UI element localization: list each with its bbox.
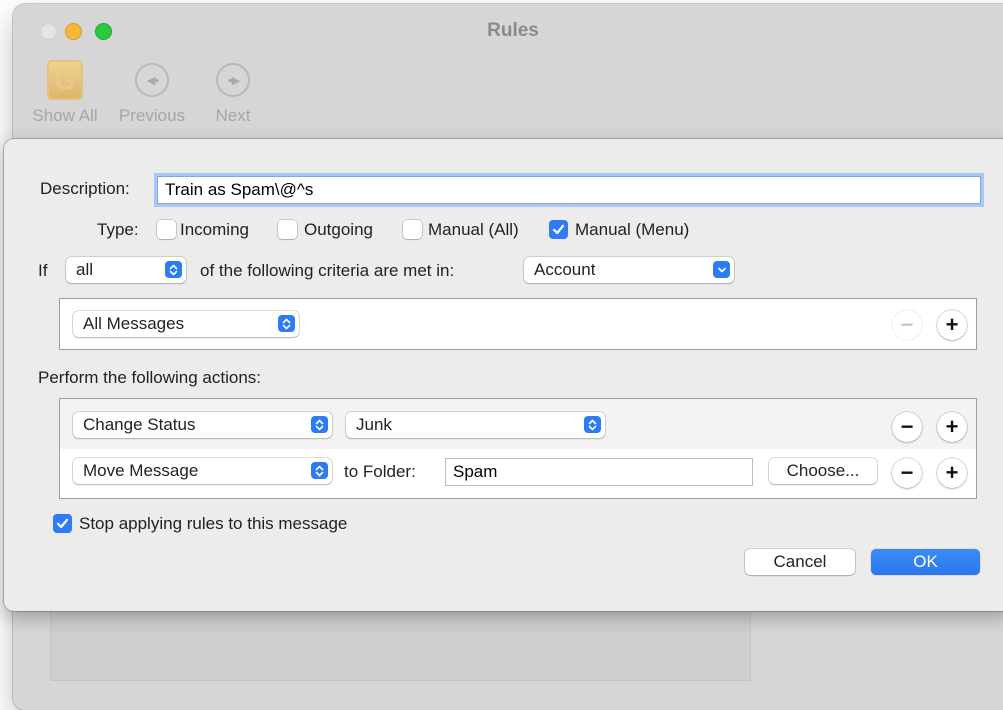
- show-all-button[interactable]: G Show All: [26, 60, 104, 126]
- scope-value: Account: [534, 260, 596, 279]
- remove-criterion-button[interactable]: −: [892, 310, 922, 340]
- rules-app-icon: G: [47, 60, 83, 100]
- actions-list: Change Status Junk − + Move Message to F…: [59, 398, 977, 499]
- outgoing-checkbox[interactable]: [278, 220, 297, 239]
- add-criterion-button[interactable]: +: [937, 310, 967, 340]
- description-label: Description:: [40, 179, 130, 198]
- criteria-mid-text: of the following criteria are met in:: [200, 261, 455, 280]
- cancel-button[interactable]: Cancel: [745, 549, 855, 575]
- previous-label: Previous: [118, 106, 186, 125]
- chevron-down-icon: [713, 261, 730, 278]
- window-title: Rules: [487, 20, 539, 41]
- description-input[interactable]: [157, 176, 981, 204]
- previous-button[interactable]: ◀•• Previous: [113, 62, 191, 126]
- manual-all-label: Manual (All): [428, 220, 519, 239]
- chevron-up-down-icon: [311, 462, 328, 479]
- chevron-up-down-icon: [311, 416, 328, 433]
- manual-menu-label: Manual (Menu): [575, 220, 690, 239]
- rules-list-panel: [50, 609, 751, 681]
- manual-menu-checkbox[interactable]: [549, 220, 568, 239]
- action-1-value: Change Status: [83, 415, 196, 434]
- type-label: Type:: [97, 220, 139, 239]
- ok-button[interactable]: OK: [871, 549, 980, 575]
- criterion-popup[interactable]: All Messages: [73, 311, 299, 337]
- next-arrow-icon: ••▶: [216, 63, 250, 97]
- remove-action-1-button[interactable]: −: [892, 412, 922, 442]
- title-bar[interactable]: Rules: [13, 4, 1003, 58]
- rule-editor-sheet: Description: Type: Incoming Outgoing Man…: [4, 139, 1003, 611]
- criterion-value: All Messages: [83, 314, 185, 333]
- to-folder-label: to Folder:: [344, 462, 416, 481]
- status-value: Junk: [356, 415, 392, 434]
- next-label: Next: [215, 106, 251, 125]
- chevron-up-down-icon: [584, 416, 601, 433]
- checkmark-icon: [552, 224, 565, 235]
- chevron-up-down-icon: [278, 315, 295, 332]
- minus-icon: −: [900, 414, 914, 439]
- minus-icon: −: [900, 460, 914, 485]
- previous-arrow-icon: ◀••: [135, 63, 169, 97]
- criteria-list: All Messages − +: [59, 298, 977, 350]
- incoming-label: Incoming: [180, 220, 249, 239]
- chevron-up-down-icon: [165, 261, 182, 278]
- folder-input[interactable]: [445, 458, 753, 486]
- next-button[interactable]: ••▶ Next: [201, 62, 265, 126]
- show-all-label: Show All: [32, 106, 98, 125]
- scope-popup[interactable]: Account: [524, 257, 734, 283]
- checkmark-icon: [56, 518, 69, 529]
- plus-icon: +: [945, 460, 959, 485]
- actions-label: Perform the following actions:: [38, 368, 261, 387]
- stop-rules-label: Stop applying rules to this message: [79, 514, 348, 533]
- action-2-popup[interactable]: Move Message: [73, 458, 332, 484]
- add-action-1-button[interactable]: +: [937, 412, 967, 442]
- add-action-2-button[interactable]: +: [937, 458, 967, 488]
- status-popup[interactable]: Junk: [346, 412, 605, 438]
- remove-action-2-button[interactable]: −: [892, 458, 922, 488]
- if-label: If: [38, 261, 48, 280]
- minus-icon: −: [900, 312, 914, 337]
- match-popup[interactable]: all: [66, 257, 186, 283]
- plus-icon: +: [945, 414, 959, 439]
- match-value: all: [76, 260, 94, 279]
- action-2-value: Move Message: [83, 461, 199, 480]
- manual-all-checkbox[interactable]: [403, 220, 422, 239]
- stop-rules-checkbox[interactable]: [53, 514, 72, 533]
- choose-folder-button[interactable]: Choose...: [769, 458, 877, 484]
- plus-icon: +: [945, 312, 959, 337]
- incoming-checkbox[interactable]: [157, 220, 176, 239]
- action-1-popup[interactable]: Change Status: [73, 412, 332, 438]
- outgoing-label: Outgoing: [304, 220, 373, 239]
